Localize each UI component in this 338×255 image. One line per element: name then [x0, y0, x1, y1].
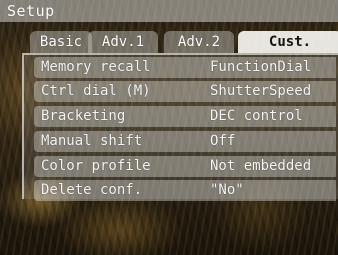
menu-row-delete-conf[interactable]: Delete conf. "No" [34, 180, 336, 201]
menu-row-color-profile[interactable]: Color profile Not embedded [34, 156, 336, 177]
row-label: Manual shift [41, 133, 143, 149]
row-value: Not embedded [210, 158, 312, 174]
menu-row-manual-shift[interactable]: Manual shift Off [34, 131, 336, 152]
menu-row-memory-recall[interactable]: Memory recall FunctionDial [34, 57, 336, 78]
row-value: ShutterSpeed [210, 83, 312, 99]
row-label: Color profile [41, 158, 151, 174]
row-label: Ctrl dial (M) [41, 83, 151, 99]
row-label: Memory recall [41, 59, 151, 75]
tab-adv1[interactable]: Adv.1 [88, 31, 158, 53]
row-value: "No" [210, 182, 244, 198]
tab-adv2[interactable]: Adv.2 [164, 31, 234, 53]
tab-cust[interactable]: Cust. [238, 31, 338, 53]
row-label: Bracketing [41, 108, 126, 124]
menu-title: Setup [0, 0, 338, 22]
camera-menu-screen: Setup Basic Adv.1 Adv.2 Cust. Memory rec… [0, 0, 338, 255]
row-value: DEC control [210, 108, 303, 124]
row-value: Off [210, 133, 236, 149]
menu-row-ctrl-dial[interactable]: Ctrl dial (M) ShutterSpeed [34, 81, 336, 102]
tab-basic[interactable]: Basic [30, 31, 92, 53]
row-label: Delete conf. [41, 182, 143, 198]
row-value: FunctionDial [210, 59, 312, 75]
menu-row-bracketing[interactable]: Bracketing DEC control [34, 106, 336, 127]
